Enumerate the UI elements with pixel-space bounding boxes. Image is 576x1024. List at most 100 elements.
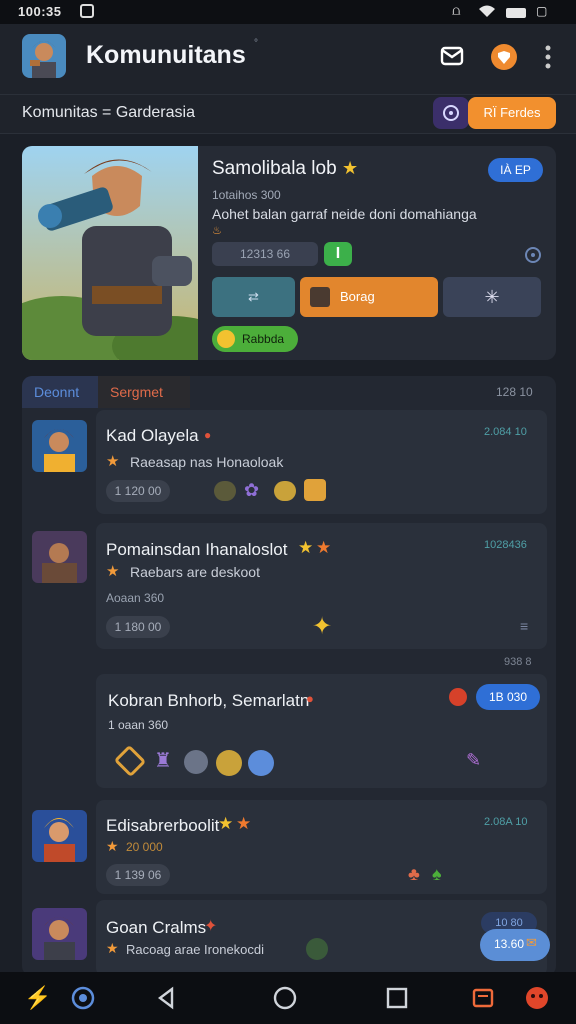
tag-label: Rabbda	[242, 332, 285, 346]
app-bar: Komunuitans °	[0, 24, 576, 94]
post-title: Goan Cralms	[106, 918, 207, 937]
wifi-icon	[479, 5, 495, 17]
post-avatar[interactable]	[32, 531, 87, 583]
app-avatar[interactable]	[22, 34, 66, 78]
post-time: 2.08A 10	[484, 816, 528, 828]
fire-icon: ♨	[212, 225, 222, 237]
post-subtitle: Raeasap nas Honaoloak	[130, 454, 284, 470]
community-subbar: Komunitas = Garderasia RÏ Ferdes	[0, 94, 576, 134]
star-icon: ★	[342, 158, 359, 178]
post-list: Deonnt Sergmet 128 10 Kad Olayela ● ★ Ra…	[22, 376, 556, 976]
featured-badge: IÀ EP	[488, 158, 543, 182]
signal-icon: ⩍	[452, 3, 461, 18]
chat-icon: ✉	[526, 935, 537, 950]
post-subtitle: Raebars are deskoot	[130, 564, 260, 580]
badge-icon: ●	[204, 428, 212, 442]
app-title-sup: °	[254, 38, 258, 49]
post-title: Edisabrerboolit	[106, 816, 220, 835]
post-avatar[interactable]	[32, 908, 87, 960]
chat-fab[interactable]: 13.60 ✉	[480, 929, 550, 961]
chat-fab-label: 13.60	[494, 937, 525, 951]
coin-icon	[216, 750, 242, 776]
fire-icon: ✦	[312, 613, 333, 640]
friends-button[interactable]: RÏ Ferdes	[468, 97, 556, 129]
inbox-icon[interactable]	[440, 44, 464, 68]
post-stat-chip: 1 139 06	[106, 864, 170, 886]
armor-icon	[184, 750, 208, 774]
wand-icon: ✎	[466, 750, 482, 770]
community-breadcrumb: Komunitas = Garderasia	[22, 104, 195, 121]
coin-icon	[274, 481, 296, 501]
app-title: Komunuitans	[86, 41, 246, 69]
post-subtitle: Racoag arae Ironekocdi	[126, 942, 265, 957]
featured-card[interactable]: Samolibala lob ★ IÀ EP 1otaihos 300 Aohe…	[22, 146, 556, 360]
sparkle-button[interactable]: ✳	[443, 277, 541, 317]
status-green-icon: I	[324, 242, 352, 266]
globe-icon[interactable]	[524, 246, 542, 264]
list-item[interactable]: Pomainsdan Ihanaloslot ★ ★ ★ Raebars are…	[96, 523, 547, 649]
star-icon: ★	[106, 940, 119, 956]
featured-subtitle: 1otaihos 300	[212, 188, 281, 202]
sparkle-icon: ✦	[204, 918, 218, 935]
list-item[interactable]: Goan Cralms ✦ ★ Racoag arae Ironekocdi 1…	[96, 900, 547, 976]
star-icon: ★	[106, 563, 120, 580]
inbox-nav-icon[interactable]	[470, 985, 496, 1011]
profile-shield-icon[interactable]	[491, 44, 517, 70]
post-subtitle: 20 000	[126, 840, 163, 854]
potion-icon: ♜	[154, 750, 172, 772]
alert-icon	[449, 688, 467, 706]
star-icon: ★	[106, 838, 119, 854]
share-button[interactable]: ⇄	[212, 277, 295, 317]
post-badge: 1B 030	[476, 684, 540, 710]
join-button[interactable]: Borag	[300, 277, 438, 317]
list-tabs: Deonnt Sergmet 128 10	[22, 376, 556, 408]
post-stat-chip: 1 180 00	[106, 616, 170, 638]
featured-hero-image	[22, 146, 198, 360]
list-count: 128 10	[496, 385, 533, 399]
post-title: Pomainsdan Ihanaloslot	[106, 540, 288, 559]
support-button[interactable]	[433, 97, 469, 129]
star-icon: ★	[316, 538, 332, 557]
featured-description: Aohet balan garraf neide doni domahianga	[212, 206, 477, 222]
recents-icon[interactable]	[384, 985, 410, 1011]
join-avatar-icon	[310, 287, 330, 307]
star-icon: ★	[106, 453, 120, 470]
back-icon[interactable]	[154, 985, 180, 1011]
home-icon[interactable]	[272, 985, 298, 1011]
post-time: 2.084 10	[484, 426, 527, 438]
reward-icon: ♠	[432, 864, 442, 884]
tab-recent[interactable]: Deonnt	[22, 376, 98, 408]
profile-nav-icon[interactable]	[524, 985, 550, 1011]
badge-icon: ●	[306, 691, 314, 706]
post-title: Kobran Bnhorb, Semarlatn	[108, 691, 310, 710]
more-menu-icon[interactable]	[544, 44, 552, 70]
card-icon	[304, 479, 326, 501]
divider-count: 938 8	[504, 656, 532, 668]
post-title: Kad Olayela	[106, 426, 199, 445]
post-avatar[interactable]	[32, 810, 87, 862]
post-meta: Aoaan 360	[106, 591, 165, 605]
post-stat-chip: 1 120 00	[106, 480, 170, 502]
star-icon: ★	[298, 538, 314, 557]
post-subtitle: 1 oaan 360	[108, 718, 169, 732]
notification-icon	[80, 4, 94, 18]
battery-icon	[506, 8, 526, 18]
system-nav-bar: ⚡	[0, 972, 576, 1024]
target-icon[interactable]	[70, 985, 96, 1011]
clover-icon: ✿	[244, 480, 260, 500]
list-item[interactable]: Kobran Bnhorb, Semarlatn ● 1 oaan 360 1B…	[96, 674, 547, 788]
join-label: Borag	[340, 289, 375, 304]
item-reward-icon	[214, 481, 236, 501]
list-icon[interactable]: ≡	[520, 618, 528, 634]
sword-icon	[248, 750, 274, 776]
list-item[interactable]: Edisabrerboolit ★ ★ ★ 20 000 2.08A 10 1 …	[96, 800, 547, 894]
battery-level-icon: ▢	[536, 4, 548, 18]
smile-icon	[217, 330, 235, 348]
post-avatar[interactable]	[32, 420, 87, 472]
shield-icon	[113, 744, 147, 778]
list-item[interactable]: Kad Olayela ● ★ Raeasap nas Honaoloak 2.…	[96, 410, 547, 514]
tag-chip[interactable]: Rabbda	[212, 326, 298, 352]
post-time: 1028436	[484, 539, 527, 551]
tab-segment[interactable]: Sergmet	[98, 376, 190, 408]
bolt-icon[interactable]: ⚡	[24, 985, 51, 1011]
